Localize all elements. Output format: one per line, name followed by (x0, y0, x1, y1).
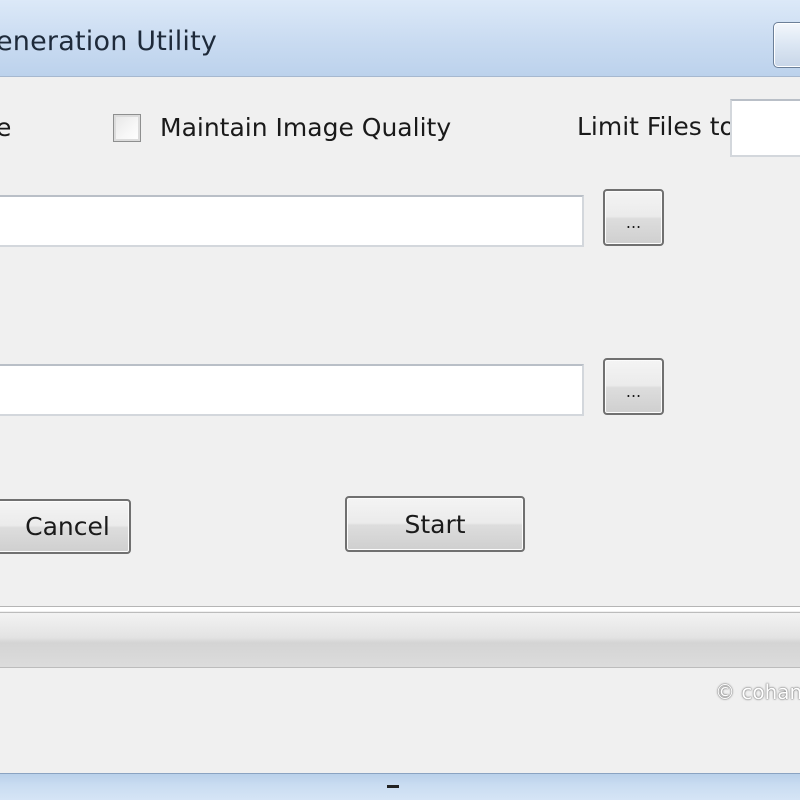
window-title: eneration Utility (0, 26, 218, 57)
cancel-button-label: Cancel (25, 512, 110, 541)
title-bar[interactable]: eneration Utility (0, 0, 800, 76)
source-browse-label: ... (625, 213, 642, 232)
option-label-fragment: e (0, 113, 12, 142)
source-path-input[interactable] (0, 195, 584, 247)
start-button-label: Start (404, 509, 466, 539)
cancel-button[interactable]: Cancel (0, 499, 131, 554)
copyright-text: © cohan (715, 680, 800, 704)
dialog-client-area (0, 76, 800, 774)
destination-browse-label: ... (625, 382, 642, 401)
start-button[interactable]: Start (345, 496, 525, 552)
limit-files-input[interactable] (730, 99, 800, 157)
resize-grip-mark (387, 785, 399, 788)
minimize-button[interactable] (773, 22, 800, 68)
window-bottom-border (0, 773, 800, 800)
destination-browse-button[interactable]: ... (603, 358, 664, 415)
app-window: eneration Utility e Maintain Image Quali… (0, 0, 800, 800)
limit-files-label: Limit Files to (577, 112, 735, 141)
destination-path-input[interactable] (0, 364, 584, 416)
maintain-quality-label[interactable]: Maintain Image Quality (160, 113, 451, 142)
separator-line (0, 606, 800, 611)
source-browse-button[interactable]: ... (603, 189, 664, 246)
maintain-quality-checkbox[interactable] (113, 114, 141, 142)
progress-bar (0, 612, 800, 668)
